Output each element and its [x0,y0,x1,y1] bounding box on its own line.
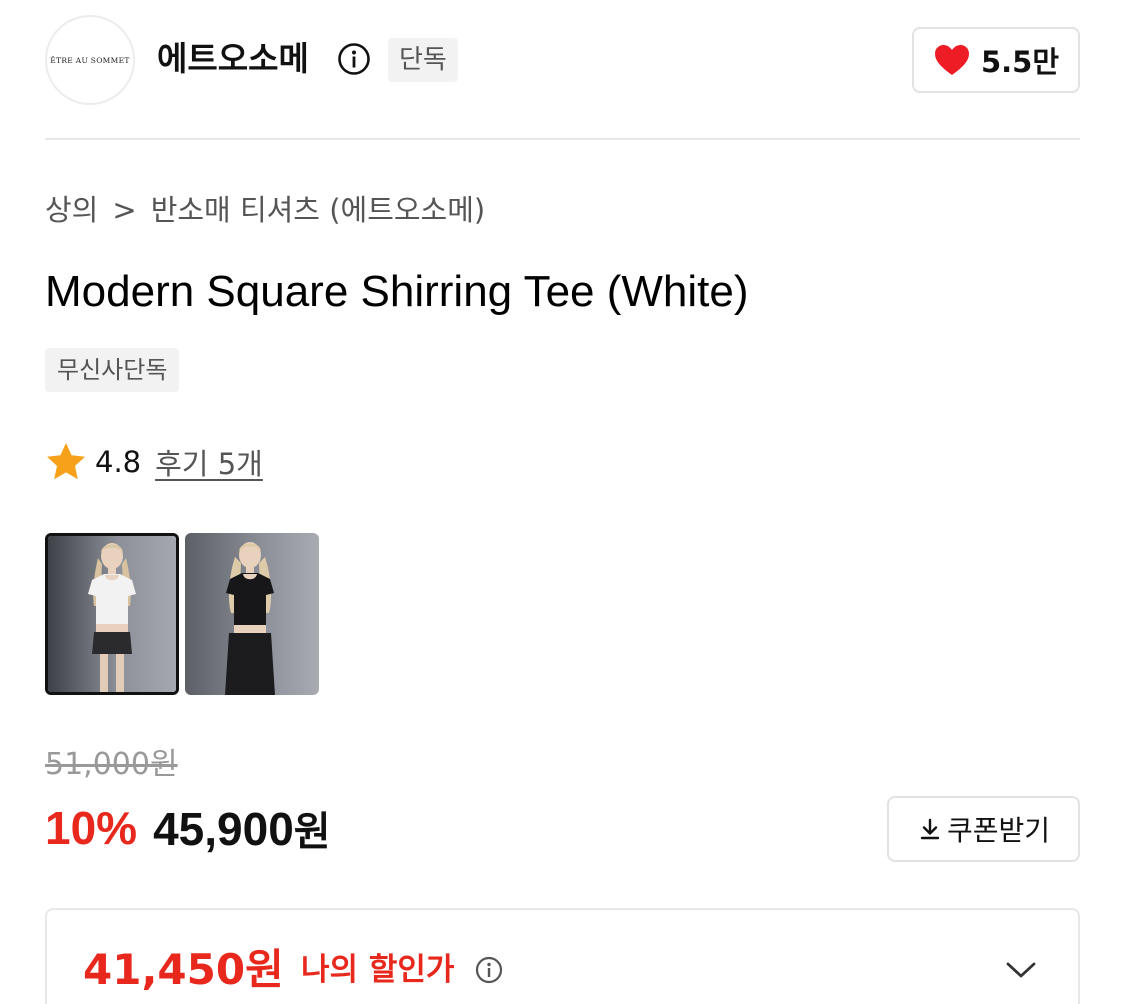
breadcrumb: 상의 > 반소매 티셔츠 (에트오소메) [45,190,485,230]
review-link[interactable]: 후기 5개 [155,441,263,483]
chevron-right-icon: > [112,193,137,227]
info-icon[interactable] [337,42,371,76]
discount-rate: 10% [45,802,138,854]
sale-price-unit: 원 [293,809,331,855]
product-photo [48,536,176,692]
heart-icon [934,45,969,75]
coupon-button[interactable]: 쿠폰받기 [887,796,1080,862]
exclusive-badge: 단독 [388,38,458,82]
brand-header: ÊTRE AU SOMMET 에트오소메 단독 5.5만 [45,15,1080,105]
star-icon [47,443,85,480]
like-count: 5.5만 [980,45,1060,79]
product-title: Modern Square Shirring Tee (White) [45,267,749,316]
musinsa-exclusive-badge: 무신사단독 [45,348,180,392]
rating-value: 4.8 [95,445,142,479]
brand-logo[interactable]: ÊTRE AU SOMMET [45,15,135,105]
rating-row: 4.8 후기 5개 [45,440,263,484]
divider [45,138,1080,140]
thumbnail-black-tee[interactable] [185,533,319,695]
download-icon [920,818,940,840]
sale-price-amount: 45,900 [153,803,294,855]
info-icon[interactable] [475,956,503,984]
breadcrumb-subcategory[interactable]: 반소매 티셔츠 (에트오소메) [151,193,486,227]
sale-price-row: 10% 45,900원 [45,798,331,858]
sale-price: 45,900원 [153,799,331,857]
coupon-label: 쿠폰받기 [946,814,1051,847]
like-button[interactable]: 5.5만 [912,27,1080,93]
my-discount-price: 41,450원 [83,945,284,994]
original-price: 51,000원 [45,747,178,782]
thumbnail-white-tee[interactable] [45,533,179,695]
product-photo [185,533,319,695]
brand-name[interactable]: 에트오소메 [157,39,309,79]
my-discount-price-panel[interactable]: 41,450원 나의 할인가 [45,908,1080,1004]
brand-logo-text: ÊTRE AU SOMMET [50,55,130,65]
breadcrumb-category[interactable]: 상의 [45,193,98,227]
chevron-down-icon[interactable] [1004,956,1038,984]
my-discount-label: 나의 할인가 [301,952,455,988]
